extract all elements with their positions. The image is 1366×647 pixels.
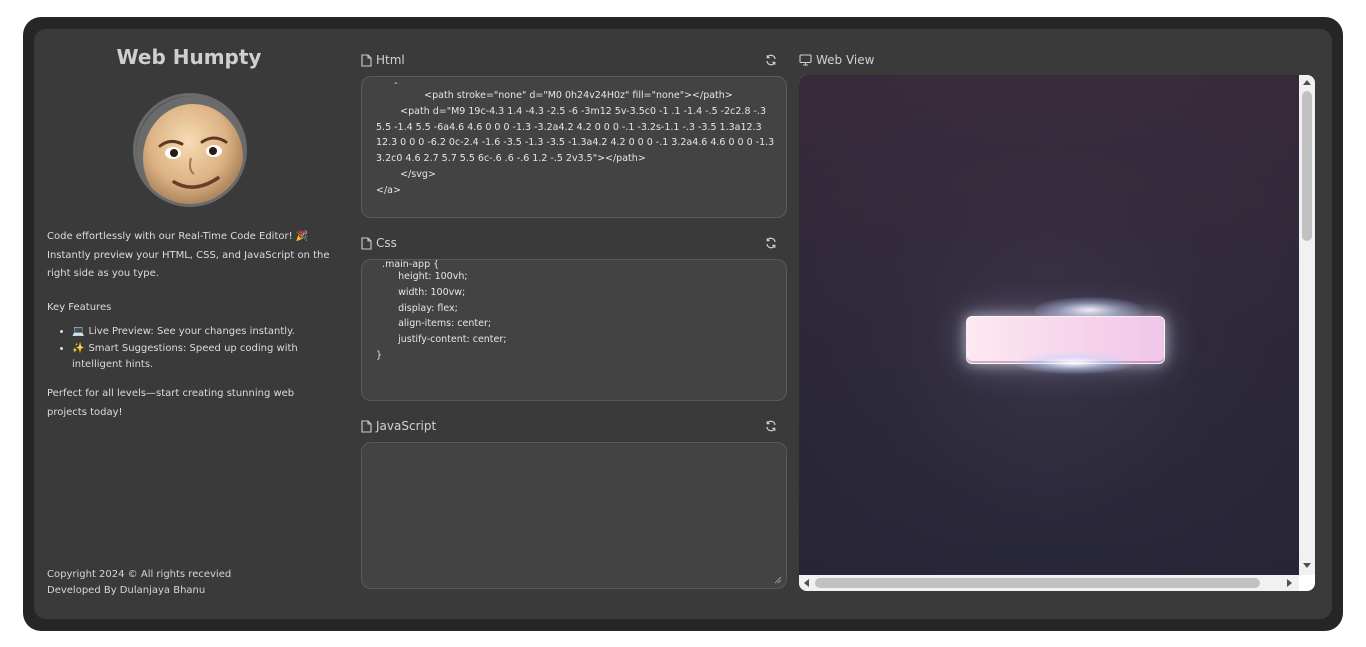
avatar (133, 93, 247, 207)
css-panel-header: Css (361, 234, 397, 252)
feature-text: Live Preview: See your changes instantly… (88, 326, 295, 337)
list-item: ✨Smart Suggestions: Speed up coding with… (72, 341, 327, 373)
code-line: display: flex; (386, 302, 458, 314)
scrollbar-thumb[interactable] (1302, 91, 1312, 241)
laptop-icon: 💻 (72, 326, 85, 337)
code-line: justify-content: center; (386, 334, 507, 346)
refresh-icon[interactable] (764, 236, 778, 250)
code-line: <path stroke="none" d="M0 0h24v24H0z" fi… (400, 90, 733, 101)
code-line: align-items: center; (386, 318, 492, 330)
description-line-1: Code effortlessly with our Real-Time Cod… (47, 231, 309, 242)
code-line: </a> (376, 184, 401, 196)
copyright-text: Copyright 2024 © All rights recevied (47, 569, 232, 580)
scroll-left-icon[interactable] (804, 579, 809, 587)
webview-panel-header: Web View (799, 51, 874, 69)
code-line: .main-app { (376, 260, 440, 269)
html-panel-header: Html (361, 51, 405, 69)
description: Code effortlessly with our Real-Time Cod… (47, 228, 332, 284)
css-panel-label: Css (376, 236, 397, 250)
html-panel-label: Html (376, 53, 405, 67)
sidebar: Web Humpty Code effortlessly with our Re… (34, 29, 344, 619)
preview-canvas (799, 75, 1299, 575)
scroll-right-icon[interactable] (1287, 579, 1292, 587)
monitor-icon (799, 54, 812, 66)
js-editor[interactable] (361, 442, 787, 589)
feature-text: Smart Suggestions: Speed up coding with … (72, 343, 298, 370)
web-view[interactable] (799, 75, 1315, 591)
scroll-up-icon[interactable] (1303, 80, 1311, 85)
webview-panel-label: Web View (816, 53, 875, 67)
scroll-down-icon[interactable] (1303, 563, 1311, 568)
app-container: Web Humpty Code effortlessly with our Re… (34, 29, 1332, 619)
resize-grip-icon[interactable] (773, 575, 782, 584)
glow-highlight (1014, 352, 1134, 374)
file-icon (361, 419, 372, 433)
vertical-scrollbar[interactable] (1299, 75, 1315, 575)
file-icon (361, 53, 372, 67)
features-title: Key Features (47, 302, 112, 313)
footer: Copyright 2024 © All rights recevied Dev… (47, 567, 231, 599)
file-icon (361, 236, 372, 250)
code-line: height: 100vh; (386, 271, 468, 282)
html-editor[interactable]: - <path stroke="none" d="M0 0h24v24H0z" … (361, 76, 787, 218)
code-line: <path d="M9 19c-4.3 1.4 -4.3 -2.5 -6 -3m… (376, 105, 778, 165)
horizontal-scrollbar[interactable] (799, 575, 1299, 591)
sparkles-icon: ✨ (72, 343, 85, 354)
refresh-icon[interactable] (764, 53, 778, 67)
app-title: Web Humpty (116, 45, 262, 69)
description-line-2: Instantly preview your HTML, CSS, and Ja… (47, 249, 330, 280)
tagline: Perfect for all levels—start creating st… (47, 388, 295, 418)
js-panel-label: JavaScript (376, 419, 437, 433)
developer-credit: Developed By Dulanjaya Bhanu (47, 585, 206, 596)
code-line: - (376, 79, 398, 88)
list-item: 💻Live Preview: See your changes instantl… (72, 324, 327, 340)
code-line: width: 100vw; (386, 286, 466, 298)
js-panel-header: JavaScript (361, 417, 436, 435)
refresh-icon[interactable] (764, 419, 778, 433)
features-list: 💻Live Preview: See your changes instantl… (72, 324, 327, 374)
code-line: } (376, 349, 383, 361)
scrollbar-thumb[interactable] (815, 578, 1260, 588)
css-editor[interactable]: .main-app { height: 100vh; width: 100vw;… (361, 259, 787, 401)
code-line: </svg> (388, 168, 436, 180)
